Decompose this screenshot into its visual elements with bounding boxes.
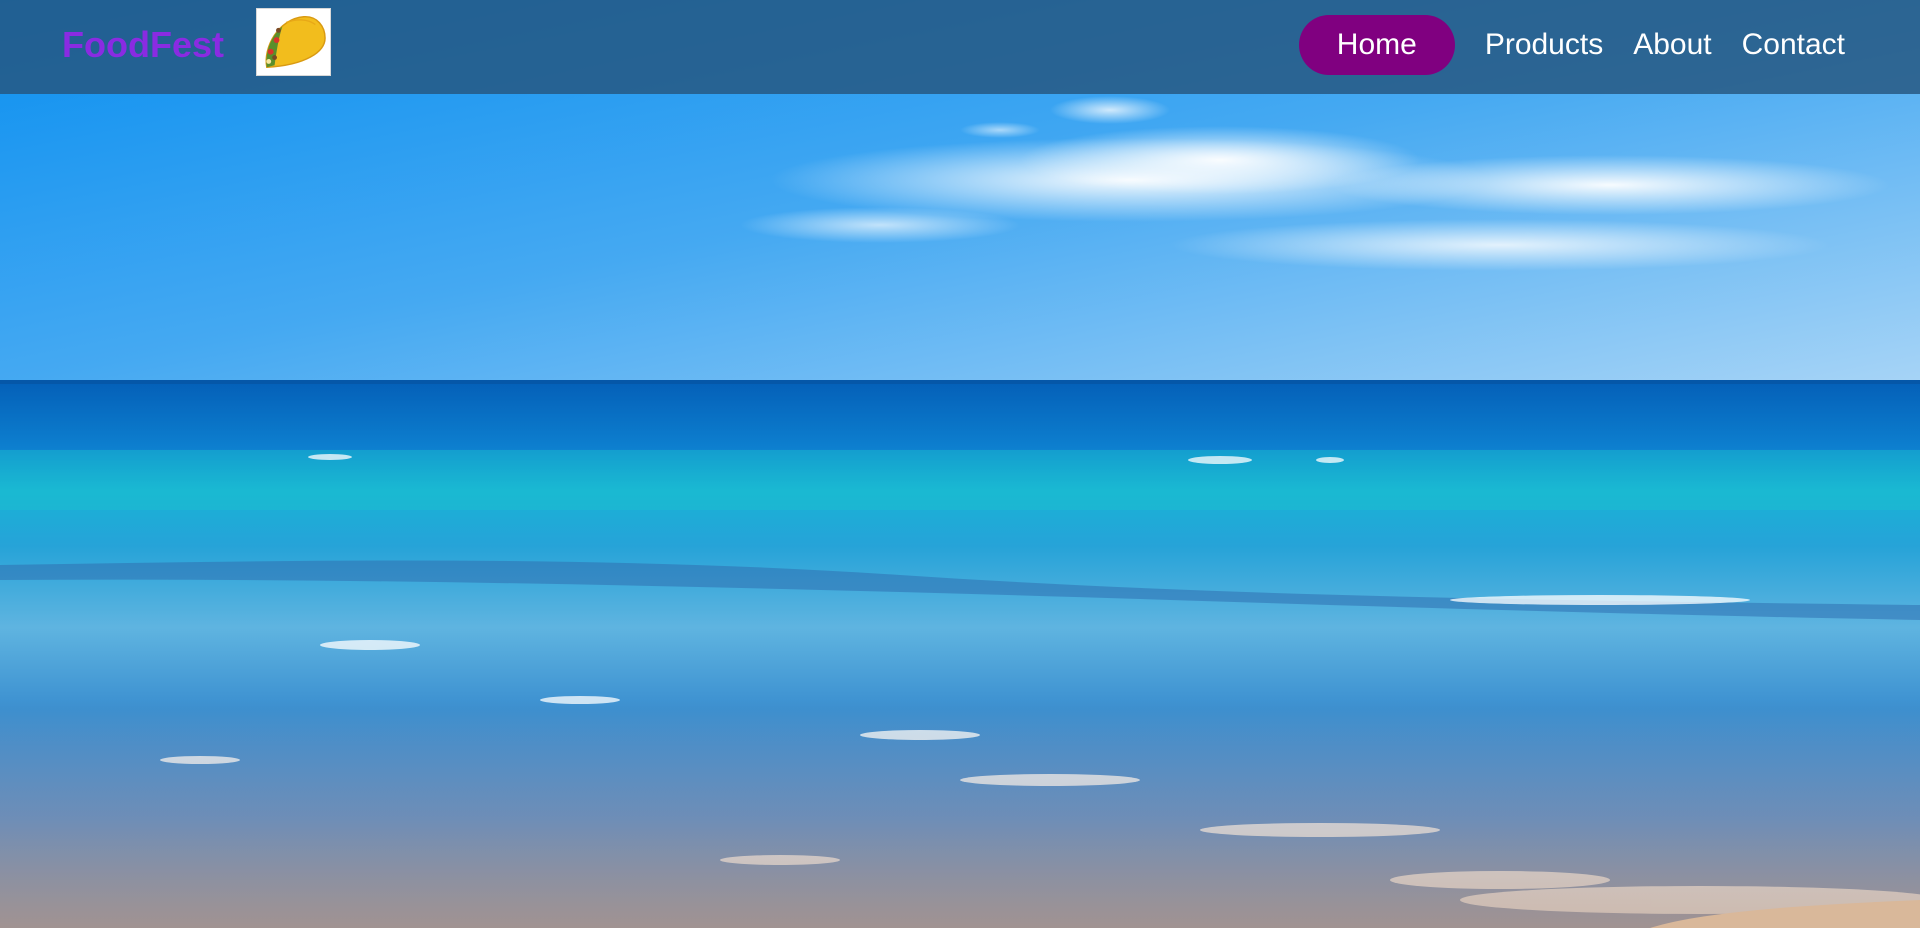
- nav-menu: Home Products About Contact: [1298, 15, 1860, 75]
- hero-background-image: [0, 0, 1920, 928]
- brand-name[interactable]: FoodFest: [62, 24, 224, 66]
- nav-home-link[interactable]: Home: [1298, 15, 1455, 75]
- nav-contact-link[interactable]: Contact: [1727, 15, 1860, 75]
- top-navbar: FoodFest Home Products About Contact: [0, 0, 1920, 94]
- nav-products-link[interactable]: Products: [1470, 15, 1618, 75]
- page: FoodFest Home Products About Contact: [0, 0, 1920, 928]
- taco-icon[interactable]: [256, 8, 331, 76]
- ocean-beach-image: [0, 0, 1920, 928]
- nav-about-link[interactable]: About: [1618, 15, 1726, 75]
